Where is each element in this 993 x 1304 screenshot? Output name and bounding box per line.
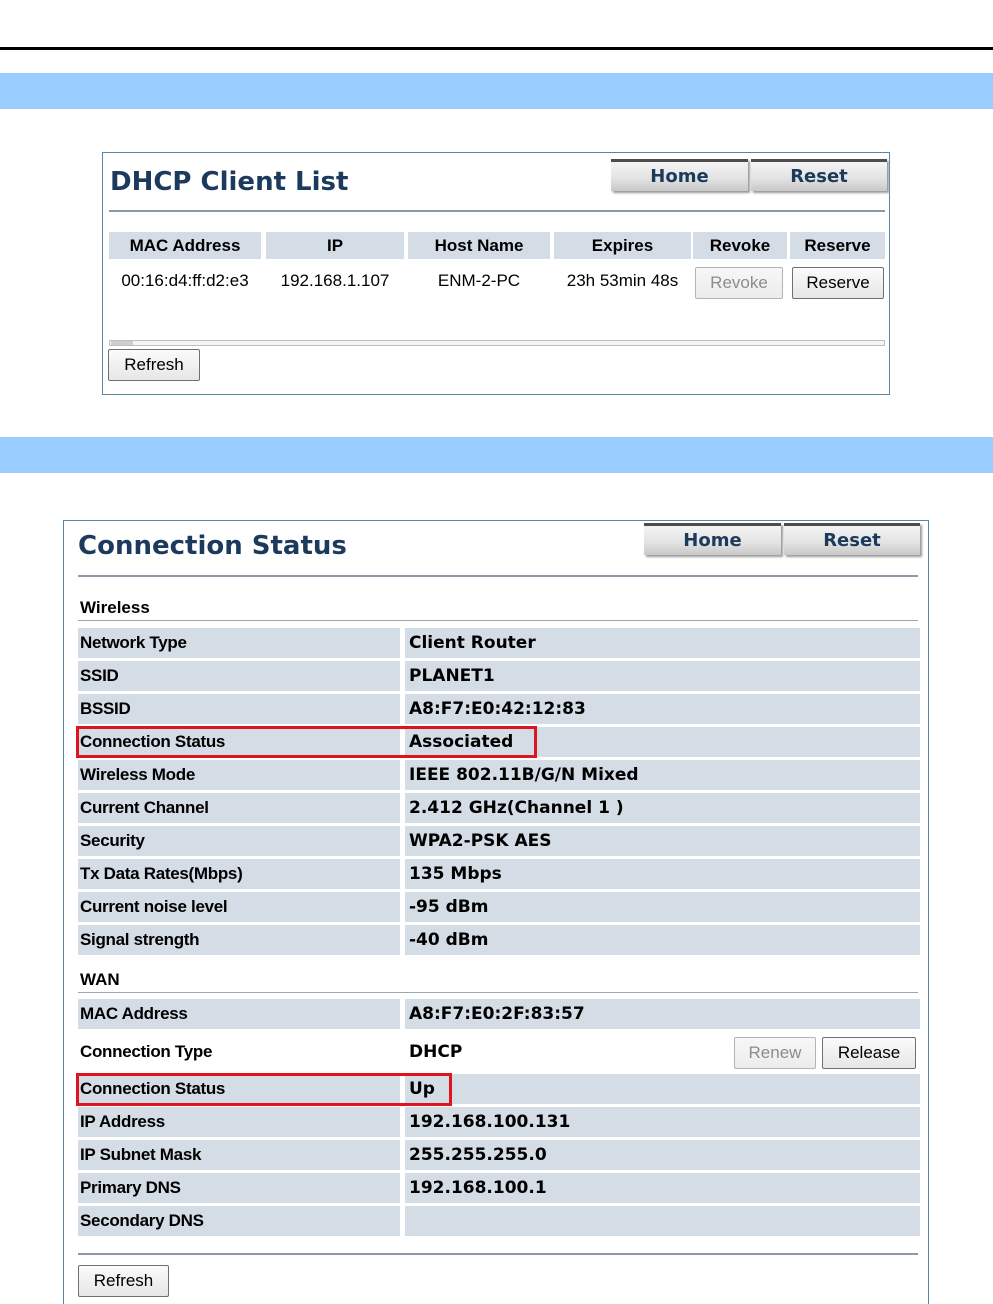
info-value: -95 dBm — [405, 892, 920, 922]
page-title: DHCP Client List — [110, 167, 349, 197]
info-label: Current noise level — [78, 892, 400, 922]
info-value: Client Router — [405, 628, 920, 658]
info-label: MAC Address — [78, 999, 400, 1029]
info-row-wireless-mode: Wireless Mode IEEE 802.11B/G/N Mixed — [78, 760, 920, 790]
column-header-reserve: Reserve — [790, 232, 885, 259]
release-button[interactable]: Release — [822, 1037, 916, 1069]
info-value — [405, 1206, 920, 1236]
info-row-subnet-mask: IP Subnet Mask 255.255.255.0 — [78, 1140, 920, 1170]
info-row-wan-mac-address: MAC Address A8:F7:E0:2F:83:57 — [78, 999, 920, 1029]
top-rule — [0, 47, 993, 50]
reset-button[interactable]: Reset — [751, 159, 887, 191]
info-label: Secondary DNS — [78, 1206, 400, 1236]
horizontal-scrollbar[interactable] — [109, 340, 885, 346]
info-value: 135 Mbps — [405, 859, 920, 889]
info-value: WPA2-PSK AES — [405, 826, 920, 856]
info-value: A8:F7:E0:42:12:83 — [405, 694, 920, 724]
section-label-wireless: Wireless — [80, 598, 150, 617]
info-value: IEEE 802.11B/G/N Mixed — [405, 760, 920, 790]
highlight-box-wireless-status — [76, 726, 537, 758]
info-label: Primary DNS — [78, 1173, 400, 1203]
home-button[interactable]: Home — [611, 159, 748, 191]
dhcp-client-list-panel: DHCP Client List Home Reset MAC Address … — [102, 152, 890, 395]
divider — [109, 210, 885, 212]
renew-button[interactable]: Renew — [734, 1037, 816, 1069]
info-value: 192.168.100.1 — [405, 1173, 920, 1203]
info-label: IP Address — [78, 1107, 400, 1137]
scrollbar-thumb[interactable] — [111, 341, 133, 345]
info-value: Up — [405, 1074, 920, 1104]
info-row-noise-level: Current noise level -95 dBm — [78, 892, 920, 922]
info-value: PLANET1 — [405, 661, 920, 691]
info-label: BSSID — [78, 694, 400, 724]
info-value: A8:F7:E0:2F:83:57 — [405, 999, 920, 1029]
cell-ip: 192.168.1.107 — [280, 271, 390, 290]
info-row-tx-data-rates: Tx Data Rates(Mbps) 135 Mbps — [78, 859, 920, 889]
cell-host-name: ENM-2-PC — [437, 271, 521, 290]
reserve-button[interactable]: Reserve — [792, 267, 884, 299]
info-label: Security — [78, 826, 400, 856]
refresh-button[interactable]: Refresh — [108, 349, 200, 381]
info-value: 255.255.255.0 — [405, 1140, 920, 1170]
cell-mac-address: 00:16:d4:ff:d2:e3 — [121, 271, 249, 290]
info-row-ssid: SSID PLANET1 — [78, 661, 920, 691]
section-band-1 — [0, 73, 993, 109]
column-header-ip: IP — [266, 232, 404, 259]
info-label: IP Subnet Mask — [78, 1140, 400, 1170]
info-row-current-channel: Current Channel 2.412 GHz(Channel 1 ) — [78, 793, 920, 823]
info-value: 2.412 GHz(Channel 1 ) — [405, 793, 920, 823]
info-row-security: Security WPA2-PSK AES — [78, 826, 920, 856]
section-divider — [78, 620, 918, 621]
cell-expires: 23h 53min 48s — [566, 271, 679, 290]
column-header-mac-address: MAC Address — [109, 232, 261, 259]
info-label: SSID — [78, 661, 400, 691]
reset-button[interactable]: Reset — [784, 523, 920, 555]
info-value: 192.168.100.131 — [405, 1107, 920, 1137]
home-button[interactable]: Home — [644, 523, 781, 555]
divider — [78, 575, 918, 577]
info-row-signal-strength: Signal strength -40 dBm — [78, 925, 920, 955]
revoke-button[interactable]: Revoke — [695, 267, 783, 299]
section-divider — [78, 992, 918, 993]
connection-status-panel: Connection Status Home Reset Wireless Ne… — [63, 520, 929, 1304]
info-label: Network Type — [78, 628, 400, 658]
info-value: -40 dBm — [405, 925, 920, 955]
divider — [78, 1253, 918, 1255]
column-header-expires: Expires — [554, 232, 691, 259]
info-row-network-type: Network Type Client Router — [78, 628, 920, 658]
info-label: Connection Type — [78, 1034, 400, 1070]
info-row-ip-address: IP Address 192.168.100.131 — [78, 1107, 920, 1137]
info-label: Current Channel — [78, 793, 400, 823]
info-row-primary-dns: Primary DNS 192.168.100.1 — [78, 1173, 920, 1203]
column-header-host-name: Host Name — [408, 232, 550, 259]
info-row-secondary-dns: Secondary DNS — [78, 1206, 920, 1236]
page-title: Connection Status — [78, 531, 347, 561]
section-label-wan: WAN — [80, 970, 120, 989]
info-label: Signal strength — [78, 925, 400, 955]
info-label: Tx Data Rates(Mbps) — [78, 859, 400, 889]
info-row-bssid: BSSID A8:F7:E0:42:12:83 — [78, 694, 920, 724]
section-band-2 — [0, 437, 993, 473]
column-header-revoke: Revoke — [693, 232, 787, 259]
info-label: Wireless Mode — [78, 760, 400, 790]
highlight-box-wan-status — [76, 1073, 452, 1106]
refresh-button[interactable]: Refresh — [78, 1265, 169, 1297]
